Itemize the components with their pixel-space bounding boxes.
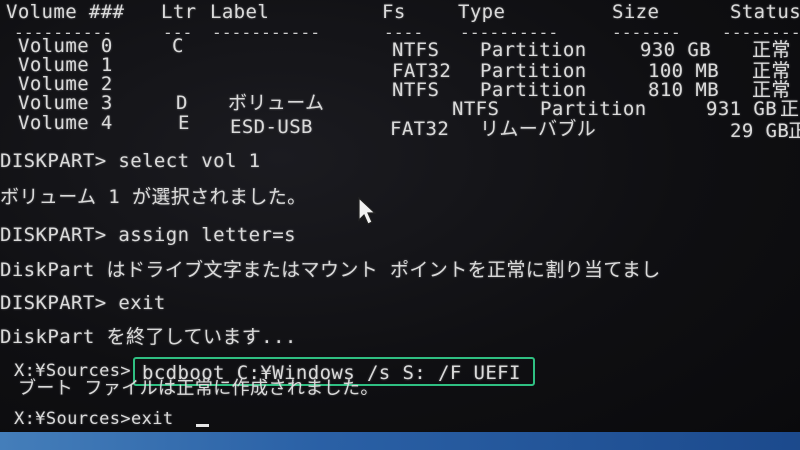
separator-label: -----------: [212, 23, 321, 42]
cell-size: 29 GB: [730, 120, 790, 142]
cell-volume: Volume 3: [18, 92, 113, 114]
cell-fs: NTFS: [392, 79, 440, 101]
console-prompt-exit: X:¥Sources>exit: [14, 409, 174, 429]
cell-volume: Volume 0: [18, 35, 113, 57]
console-line-assign-msg: DiskPart はドライブ文字またはマウント ポイントを正常に割り当てまし: [0, 259, 661, 281]
header-status: Status: [730, 1, 800, 23]
header-volume: Volume ###: [6, 1, 125, 23]
cell-ltr: E: [178, 112, 190, 134]
screen-bottom-edge: [0, 432, 800, 450]
header-size: Size: [612, 1, 660, 23]
cell-label: ESD-USB: [230, 116, 313, 138]
cell-type: Partition: [480, 79, 587, 101]
cell-size: 810 MB: [648, 79, 720, 101]
cell-fs: FAT32: [392, 60, 452, 82]
header-label: Label: [210, 1, 270, 23]
cell-status: 正常: [752, 79, 791, 101]
cell-ltr: D: [176, 92, 188, 114]
cell-status: 正: [788, 120, 800, 142]
console-line-assign: DISKPART> assign letter=s: [0, 224, 296, 246]
console-line-boot-msg: ブート ファイルは正常に作成されました。: [18, 378, 379, 399]
console-line-exit: DISKPART> exit: [0, 292, 166, 314]
cell-size: 931 GB: [706, 98, 778, 120]
cell-type: Partition: [540, 98, 647, 120]
cell-volume: Volume 2: [18, 73, 113, 95]
mouse-pointer-icon: [358, 196, 377, 225]
cell-status: 正常: [752, 39, 791, 61]
cell-size: 100 MB: [648, 60, 720, 82]
cell-status: 正: [780, 98, 800, 120]
cell-size: 930 GB: [640, 39, 712, 61]
cell-type: Partition: [480, 39, 587, 61]
console-line-selected-msg: ボリューム 1 が選択されました。: [0, 186, 307, 208]
cell-fs: NTFS: [392, 39, 440, 61]
cell-fs: FAT32: [390, 118, 450, 140]
header-fs: Fs: [382, 1, 406, 23]
header-ltr: Ltr: [161, 1, 197, 23]
cell-type: リムーバブル: [480, 118, 597, 140]
cell-ltr: C: [172, 35, 184, 57]
console-line-select: DISKPART> select vol 1: [0, 150, 261, 172]
cell-status: 正常: [752, 60, 791, 82]
cell-volume: Volume 4: [18, 112, 113, 134]
cell-label: ボリューム: [228, 92, 325, 114]
console-window: Volume ### Ltr Label Fs Type Size Status…: [0, 0, 800, 450]
header-type: Type: [458, 1, 506, 23]
text-cursor: [196, 424, 209, 427]
console-line-exiting-msg: DiskPart を終了しています...: [0, 326, 297, 348]
cell-volume: Volume 1: [18, 54, 113, 76]
cell-fs: NTFS: [452, 98, 500, 120]
cell-type: Partition: [480, 60, 587, 82]
